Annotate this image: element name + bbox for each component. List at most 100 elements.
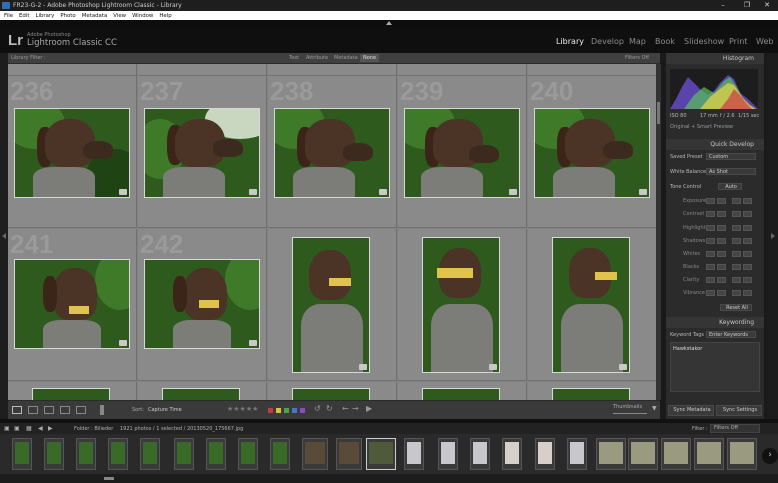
toolbar-menu-icon[interactable]: ▼ bbox=[652, 405, 657, 412]
tone-decrease-large[interactable] bbox=[706, 251, 715, 257]
thumbnail-photo[interactable] bbox=[14, 259, 130, 349]
filmstrip-thumb[interactable] bbox=[438, 438, 458, 470]
tone-increase[interactable] bbox=[732, 251, 741, 257]
histogram[interactable] bbox=[670, 69, 758, 109]
color-label-green[interactable] bbox=[284, 408, 289, 413]
tone-decrease[interactable] bbox=[717, 277, 726, 283]
tone-increase-large[interactable] bbox=[743, 238, 752, 244]
filter-tab-none[interactable]: None bbox=[360, 54, 380, 62]
thumbnail-photo[interactable] bbox=[144, 259, 260, 349]
filmstrip-thumb[interactable] bbox=[76, 438, 96, 470]
filmstrip-thumb[interactable] bbox=[535, 438, 555, 470]
filmstrip-thumb[interactable] bbox=[108, 438, 128, 470]
menu-library[interactable]: Library bbox=[35, 13, 54, 19]
minimize-icon[interactable]: – bbox=[712, 0, 734, 11]
tone-increase-large[interactable] bbox=[743, 264, 752, 270]
filmstrip-filter-dropdown[interactable]: Filters Off bbox=[710, 424, 760, 433]
grid-cell[interactable] bbox=[398, 64, 527, 76]
menu-file[interactable]: File bbox=[4, 13, 13, 19]
keywording-header[interactable]: Keywording bbox=[666, 317, 764, 328]
filmstrip-thumb[interactable] bbox=[567, 438, 587, 470]
filmstrip-thumb[interactable] bbox=[694, 438, 724, 470]
filmstrip-thumb[interactable] bbox=[628, 438, 658, 470]
people-view-icon[interactable] bbox=[76, 406, 86, 414]
filmstrip-thumb[interactable] bbox=[174, 438, 194, 470]
tone-decrease[interactable] bbox=[717, 211, 726, 217]
tone-increase-large[interactable] bbox=[743, 198, 752, 204]
grid-cell[interactable]: 242 bbox=[138, 229, 267, 381]
thumbnail-photo[interactable] bbox=[404, 108, 520, 198]
grid-cell[interactable]: 238 bbox=[268, 76, 397, 228]
grid-cell[interactable] bbox=[268, 64, 397, 76]
color-label-red[interactable] bbox=[268, 408, 273, 413]
tone-increase[interactable] bbox=[732, 211, 741, 217]
menu-photo[interactable]: Photo bbox=[60, 13, 75, 19]
grid-cell[interactable] bbox=[398, 382, 527, 400]
reset-all-button[interactable]: Reset All bbox=[720, 304, 752, 311]
filmstrip-thumb[interactable] bbox=[270, 438, 290, 470]
filmstrip-thumb[interactable] bbox=[12, 438, 32, 470]
filter-tab-text[interactable]: Text bbox=[289, 55, 299, 61]
tone-decrease[interactable] bbox=[717, 251, 726, 257]
tone-decrease-large[interactable] bbox=[706, 198, 715, 204]
next-photo-icon[interactable]: → bbox=[352, 404, 359, 413]
color-label-purple[interactable] bbox=[300, 408, 305, 413]
filmstrip-scroll-thumb[interactable] bbox=[104, 477, 114, 480]
tone-increase-large[interactable] bbox=[743, 211, 752, 217]
filters-off-dropdown[interactable]: Filters Off bbox=[625, 55, 649, 61]
histogram-header[interactable]: Histogram bbox=[666, 53, 764, 64]
grid-cell[interactable]: 241 bbox=[8, 229, 137, 381]
tone-decrease-large[interactable] bbox=[706, 238, 715, 244]
grid-cell[interactable] bbox=[8, 382, 137, 400]
module-library[interactable]: Library bbox=[556, 37, 584, 46]
grid-cell[interactable] bbox=[528, 64, 657, 76]
menu-window[interactable]: Window bbox=[132, 13, 153, 19]
grid-cell[interactable] bbox=[138, 64, 267, 76]
tone-decrease[interactable] bbox=[717, 238, 726, 244]
tone-decrease-large[interactable] bbox=[706, 290, 715, 296]
tone-increase[interactable] bbox=[732, 277, 741, 283]
tone-decrease[interactable] bbox=[717, 290, 726, 296]
module-map[interactable]: Map bbox=[629, 37, 646, 46]
thumbnail-photo[interactable] bbox=[144, 108, 260, 198]
tone-increase[interactable] bbox=[732, 264, 741, 270]
menu-edit[interactable]: Edit bbox=[19, 13, 29, 19]
close-icon[interactable]: ✕ bbox=[756, 0, 778, 11]
maximize-icon[interactable]: ❐ bbox=[736, 0, 758, 11]
grid-cell[interactable]: 240 bbox=[528, 76, 657, 228]
white-balance-dropdown[interactable]: As Shot bbox=[706, 168, 756, 175]
prev-photo-icon[interactable]: ← bbox=[342, 404, 349, 413]
loupe-view-icon[interactable] bbox=[28, 406, 38, 414]
grid-view-icon[interactable] bbox=[12, 406, 22, 414]
grid-cell[interactable] bbox=[268, 382, 397, 400]
filter-tab-metadata[interactable]: Metadata bbox=[334, 55, 358, 61]
chevron-right-icon[interactable]: › bbox=[762, 448, 778, 464]
menu-view[interactable]: View bbox=[113, 13, 126, 19]
grid-cell[interactable] bbox=[138, 382, 267, 400]
filmstrip-thumb[interactable] bbox=[470, 438, 490, 470]
tone-increase-large[interactable] bbox=[743, 277, 752, 283]
filmstrip-thumb[interactable] bbox=[404, 438, 424, 470]
sync-metadata-button[interactable]: Sync Metadata bbox=[668, 405, 714, 416]
filmstrip-thumb[interactable] bbox=[661, 438, 691, 470]
compare-view-icon[interactable] bbox=[44, 406, 54, 414]
grid-cell[interactable]: 236 bbox=[8, 76, 137, 228]
grid-small-icon[interactable]: ▦ bbox=[26, 425, 32, 432]
tone-increase-large[interactable] bbox=[743, 225, 752, 231]
triangle-left-icon[interactable] bbox=[2, 233, 6, 239]
thumbnail-size-slider[interactable] bbox=[613, 413, 647, 414]
grid-cell[interactable] bbox=[528, 229, 657, 381]
thumbnail-photo[interactable] bbox=[534, 108, 650, 198]
triangle-right-icon[interactable] bbox=[771, 233, 775, 239]
module-slideshow[interactable]: Slideshow bbox=[684, 37, 724, 46]
auto-tone-button[interactable]: Auto bbox=[718, 183, 742, 190]
tone-increase-large[interactable] bbox=[743, 251, 752, 257]
filmstrip-thumb[interactable] bbox=[140, 438, 160, 470]
menu-help[interactable]: Help bbox=[159, 13, 171, 19]
spray-can-icon[interactable] bbox=[100, 405, 104, 415]
photo-grid[interactable]: 236 237 238 239 240 241 242 bbox=[8, 64, 660, 400]
filmstrip-scrollbar[interactable] bbox=[0, 474, 778, 483]
filmstrip-thumb[interactable] bbox=[206, 438, 226, 470]
tone-increase[interactable] bbox=[732, 238, 741, 244]
second-window-icon[interactable]: ▣ bbox=[4, 425, 10, 432]
